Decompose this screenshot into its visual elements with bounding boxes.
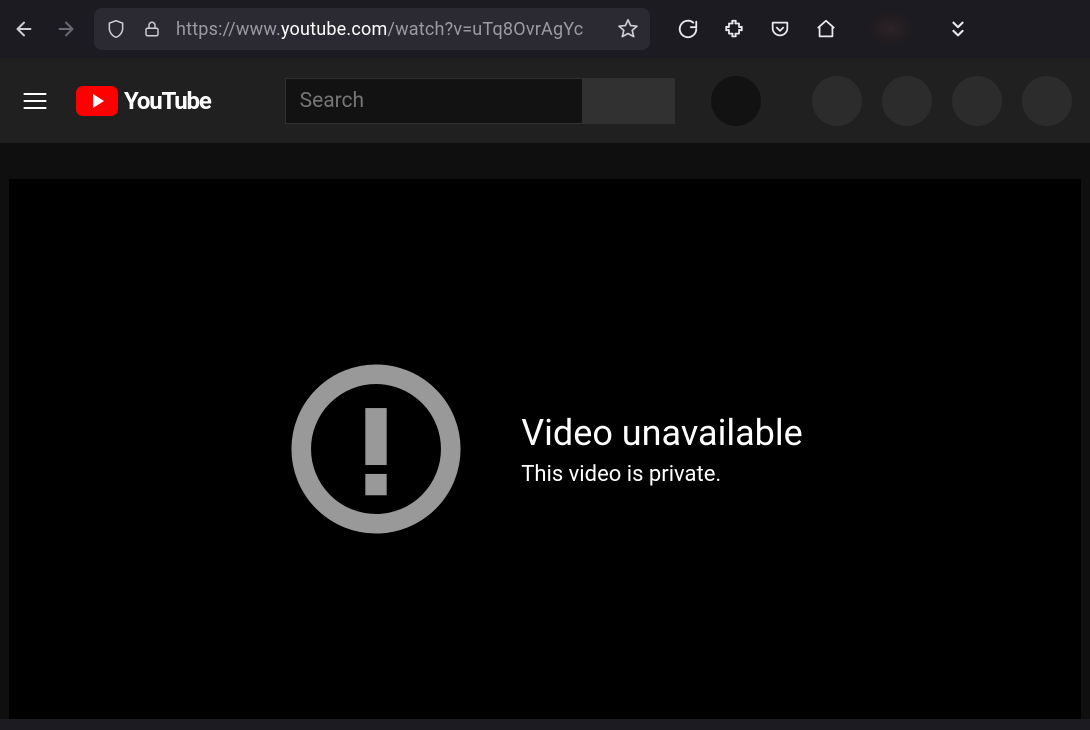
search-box [285,78,675,124]
search-input[interactable] [285,78,583,124]
youtube-play-icon [76,86,118,116]
browser-toolbar: https://www.youtube.com/watch?v=uTq8OvrA… [0,0,1090,58]
header-placeholder[interactable] [1022,76,1072,126]
bookmark-star-icon[interactable] [616,17,640,41]
error-message: This video is private. [521,462,802,487]
error-title: Video unavailable [521,412,802,454]
forward-button[interactable] [52,15,80,43]
browser-actions [676,11,970,47]
youtube-wordmark: YouTube [124,87,211,115]
reload-icon[interactable] [676,17,700,41]
address-bar[interactable]: https://www.youtube.com/watch?v=uTq8OvrA… [94,8,650,50]
exclamation-icon [287,360,465,538]
youtube-header: YouTube [0,58,1090,143]
menu-button[interactable] [18,84,52,118]
profile-blur [866,11,916,47]
header-actions [812,76,1072,126]
extensions-icon[interactable] [722,17,746,41]
header-placeholder[interactable] [952,76,1002,126]
shield-icon[interactable] [104,17,128,41]
video-error: Video unavailable This video is private. [287,360,802,538]
header-placeholder[interactable] [812,76,862,126]
lock-icon[interactable] [140,17,164,41]
search-button[interactable] [583,78,675,124]
back-button[interactable] [10,15,38,43]
voice-search-button[interactable] [711,76,761,126]
overflow-icon[interactable] [946,17,970,41]
youtube-logo[interactable]: YouTube [76,86,211,116]
home-icon[interactable] [814,17,838,41]
video-player: Video unavailable This video is private. [9,179,1081,719]
content-area: Video unavailable This video is private. [0,143,1090,719]
pocket-icon[interactable] [768,17,792,41]
url-text: https://www.youtube.com/watch?v=uTq8OvrA… [176,19,604,40]
header-placeholder[interactable] [882,76,932,126]
